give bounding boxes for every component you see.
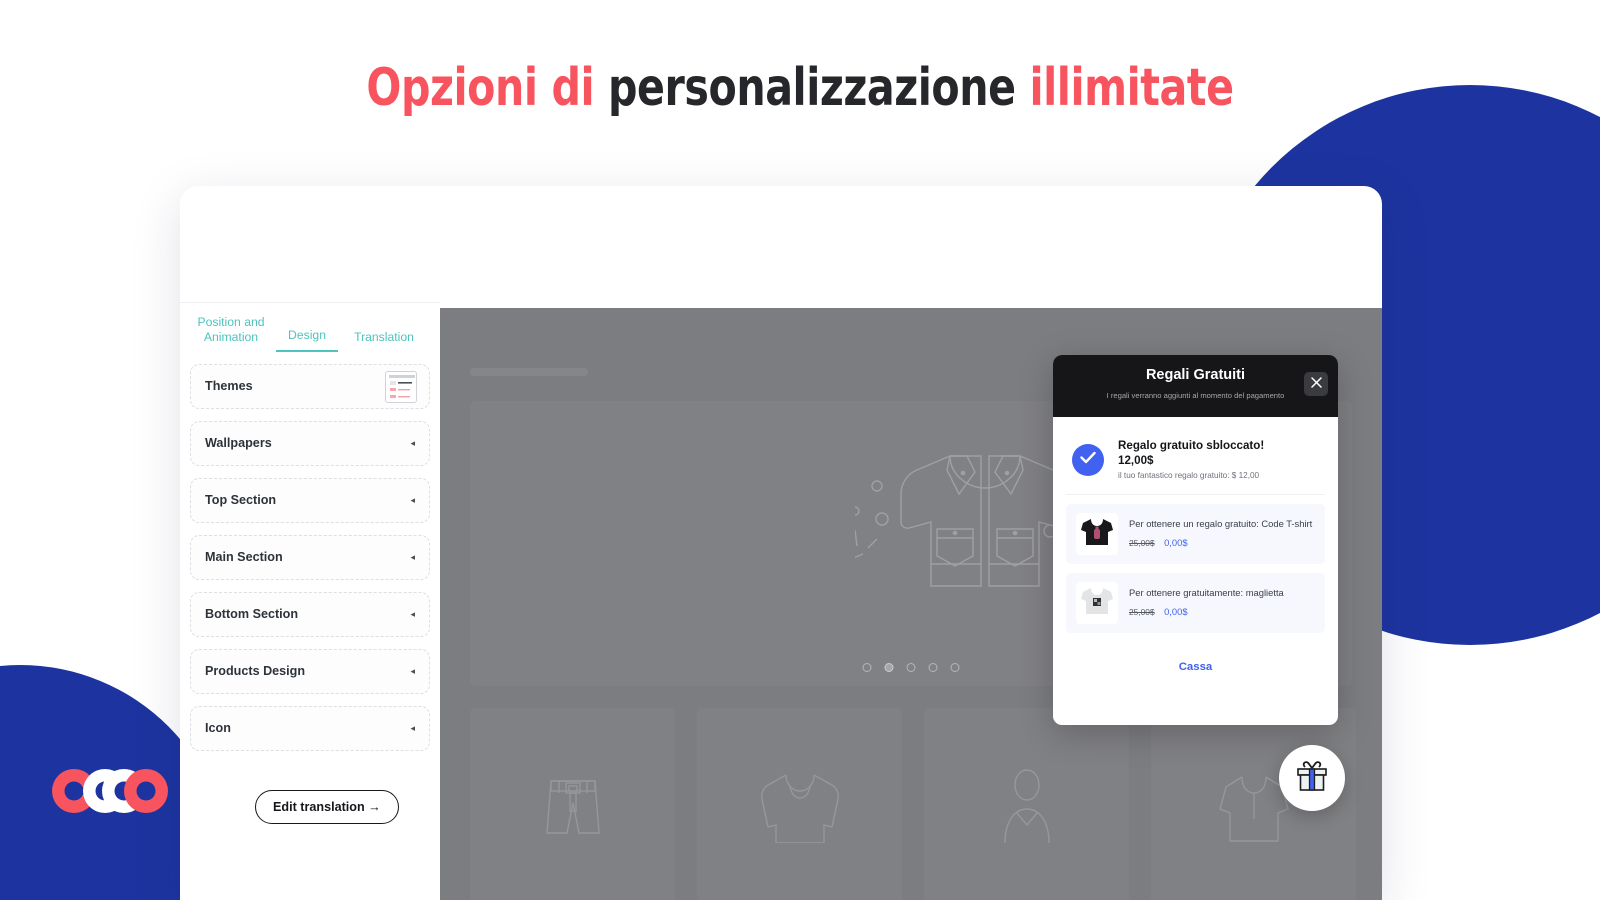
black-tshirt-icon bbox=[1080, 517, 1114, 552]
accordion-item-icon[interactable]: Icon ◂ bbox=[190, 705, 430, 751]
close-icon bbox=[1310, 375, 1322, 393]
accordion-label-top-section: Top Section bbox=[205, 493, 277, 508]
accordion-list: Themes Wallpapers ◂ Top Section ◂ Main S… bbox=[180, 352, 440, 751]
accordion-item-products-design[interactable]: Products Design ◂ bbox=[190, 648, 430, 694]
accordion-item-wallpapers[interactable]: Wallpapers ◂ bbox=[190, 420, 430, 466]
tab-position-and-animation-label: Position and Animation bbox=[197, 315, 265, 344]
unlocked-gift-title: Regalo gratuito sbloccato! bbox=[1118, 439, 1265, 452]
gift-price-new: 0,00$ bbox=[1164, 537, 1188, 549]
white-tshirt-icon bbox=[1080, 586, 1114, 621]
brand-logo bbox=[48, 768, 170, 814]
gift-price-new: 0,00$ bbox=[1164, 606, 1188, 618]
gift-product-text: Per ottenere un regalo gratuito: Code T-… bbox=[1129, 517, 1312, 551]
tab-design[interactable]: Design bbox=[276, 324, 338, 352]
tab-design-label: Design bbox=[288, 327, 326, 342]
accordion-label-wallpapers: Wallpapers bbox=[205, 436, 272, 451]
chevron-left-icon: ◂ bbox=[410, 437, 415, 448]
white-tshirt-thumbnail bbox=[1076, 582, 1118, 624]
gift-product-row[interactable]: Per ottenere un regalo gratuito: Code T-… bbox=[1066, 504, 1325, 564]
unlocked-gift-text: Regalo gratuito sbloccato! 12,00$ il tuo… bbox=[1118, 439, 1264, 480]
accordion-item-main-section[interactable]: Main Section ◂ bbox=[190, 534, 430, 580]
sidebar: Position and Animation Design Translatio… bbox=[180, 303, 440, 900]
product-card[interactable] bbox=[697, 708, 902, 900]
chevron-left-icon: ◂ bbox=[410, 722, 415, 733]
theme-thumbnail-icon bbox=[385, 370, 417, 403]
black-tshirt-thumbnail bbox=[1076, 513, 1118, 555]
gift-product-name: Per ottenere gratuitamente: maglietta bbox=[1129, 586, 1284, 598]
edit-translation-button[interactable]: Edit translation → bbox=[255, 790, 399, 824]
page-title-part3: illimitate bbox=[1029, 58, 1234, 118]
chevron-left-icon: ◂ bbox=[410, 494, 415, 505]
gift-product-text: Per ottenere gratuitamente: maglietta 25… bbox=[1129, 586, 1284, 620]
carousel-dot[interactable] bbox=[862, 663, 872, 672]
unlocked-gift-description: il tuo fantastico regalo gratuito: $ 12,… bbox=[1118, 471, 1260, 480]
chevron-left-icon: ◂ bbox=[410, 551, 415, 562]
product-grid bbox=[470, 708, 1356, 900]
gift-popup-title: Regali Gratuiti bbox=[1145, 367, 1246, 383]
gift-price-row: 25,00$ 0,00$ bbox=[1129, 602, 1284, 620]
page-title: Opzioni di personalizzazione illimitate bbox=[96, 58, 1504, 118]
shorts-icon bbox=[533, 763, 613, 848]
chevron-left-icon: ◂ bbox=[410, 608, 415, 619]
page-title-part1: Opzioni di bbox=[366, 58, 609, 118]
person-icon bbox=[987, 763, 1067, 848]
accordion-label-products-design: Products Design bbox=[205, 664, 306, 679]
preview-heading-placeholder bbox=[470, 368, 588, 376]
accordion-label-main-section: Main Section bbox=[205, 550, 283, 565]
carousel-dot[interactable] bbox=[950, 663, 960, 672]
carousel-dot[interactable] bbox=[928, 663, 938, 672]
gift-product-name: Per ottenere un regalo gratuito: Code T-… bbox=[1129, 517, 1313, 529]
accordion-label-themes: Themes bbox=[205, 379, 253, 394]
accordion-item-top-section[interactable]: Top Section ◂ bbox=[190, 477, 430, 523]
accordion-item-bottom-section[interactable]: Bottom Section ◂ bbox=[190, 591, 430, 637]
gift-price-row: 25,00$ 0,00$ bbox=[1129, 533, 1312, 551]
accordion-item-themes[interactable]: Themes bbox=[190, 363, 430, 409]
unlocked-gift-row: Regalo gratuito sbloccato! 12,00$ il tuo… bbox=[1066, 427, 1325, 495]
checkout-link[interactable]: Cassa bbox=[1066, 661, 1325, 673]
gift-icon bbox=[1295, 760, 1329, 797]
accordion-label-bottom-section: Bottom Section bbox=[205, 607, 299, 622]
gift-popup-header: Regali Gratuiti I regali verranno aggiun… bbox=[1053, 355, 1338, 417]
carousel-dot[interactable] bbox=[906, 663, 916, 672]
gift-price-old: 25,00$ bbox=[1129, 538, 1155, 549]
check-badge bbox=[1072, 443, 1104, 476]
gift-product-row[interactable]: Per ottenere gratuitamente: maglietta 25… bbox=[1066, 573, 1325, 633]
gift-popup-body: Regalo gratuito sbloccato! 12,00$ il tuo… bbox=[1053, 417, 1338, 673]
tab-translation-label: Translation bbox=[354, 329, 414, 344]
page-title-part2: personalizzazione bbox=[608, 58, 1030, 118]
gift-price-old: 25,00$ bbox=[1129, 607, 1155, 618]
sidebar-tabs: Position and Animation Design Translatio… bbox=[180, 303, 440, 352]
chevron-left-icon: ◂ bbox=[410, 665, 415, 676]
carousel-dot[interactable] bbox=[884, 663, 894, 672]
carousel-dots bbox=[862, 663, 960, 672]
unlocked-gift-amount: 12,00$ bbox=[1118, 454, 1154, 467]
product-card[interactable] bbox=[470, 708, 675, 900]
tab-position-and-animation[interactable]: Position and Animation bbox=[192, 311, 270, 352]
product-card[interactable] bbox=[924, 708, 1129, 900]
gift-popup-subtitle: I regali verranno aggiunti al momento de… bbox=[1106, 391, 1285, 400]
gift-popup: Regali Gratuiti I regali verranno aggiun… bbox=[1053, 355, 1338, 725]
tab-translation[interactable]: Translation bbox=[344, 326, 424, 352]
check-icon bbox=[1080, 451, 1096, 469]
close-button[interactable] bbox=[1304, 372, 1328, 396]
gift-floating-button[interactable] bbox=[1279, 745, 1345, 811]
sweater-icon bbox=[756, 763, 844, 848]
accordion-label-icon: Icon bbox=[205, 721, 231, 736]
